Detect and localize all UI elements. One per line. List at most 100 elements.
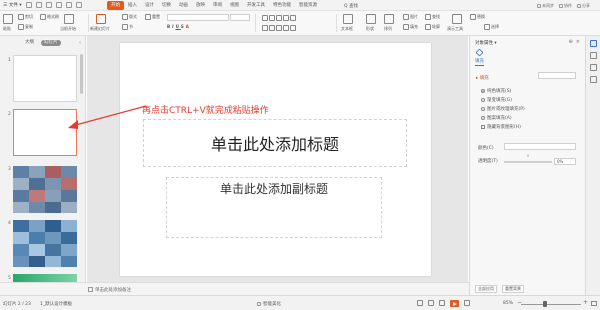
dropdown-icon[interactable]: [464, 300, 470, 306]
collaborate-button[interactable]: 协作: [559, 2, 572, 9]
slide-thumbnail-5[interactable]: [13, 274, 77, 282]
fill-preset-select[interactable]: [538, 72, 576, 79]
pane-title[interactable]: 对象属性 ▾: [475, 40, 497, 46]
tab-view[interactable]: 视图: [226, 1, 243, 10]
share-button[interactable]: 分享: [577, 2, 590, 9]
transparency-slider[interactable]: [504, 161, 552, 163]
numbered-list-icon[interactable]: [269, 15, 275, 21]
slideshow-play-icon[interactable]: [450, 300, 459, 307]
pixelated-block: [45, 256, 61, 267]
thumbnail-scrollbar[interactable]: [80, 54, 83, 94]
image-button[interactable]: 图片: [403, 14, 418, 20]
fit-window-icon[interactable]: [591, 301, 597, 306]
reset-button[interactable]: 重置: [145, 14, 160, 20]
line-spacing-icon[interactable]: [290, 15, 296, 21]
sorter-view-icon[interactable]: [428, 300, 434, 306]
columns-icon[interactable]: [290, 25, 296, 31]
tab-design[interactable]: 设计: [141, 1, 158, 10]
beautify-button[interactable]: 智能美化: [257, 301, 281, 307]
bullet-list-icon[interactable]: [262, 15, 268, 21]
normal-view-icon[interactable]: [417, 300, 423, 306]
font-color-icon[interactable]: A: [186, 24, 191, 29]
tab-fill[interactable]: 填充: [475, 58, 484, 66]
reset-background-button[interactable]: 重置背景: [502, 285, 524, 293]
layout-button[interactable]: 版式: [122, 14, 137, 20]
align-left-icon[interactable]: [262, 25, 268, 31]
pin-icon[interactable]: ⊕: [569, 39, 573, 45]
cut-button[interactable]: 剪切: [18, 14, 33, 20]
format-painter-button[interactable]: 格式刷: [40, 14, 59, 20]
tab-slideshow[interactable]: 放映: [192, 1, 209, 10]
notes-placeholder[interactable]: 单击此处添加备注: [95, 287, 131, 293]
search-command[interactable]: Q 查找: [344, 2, 368, 9]
slide-thumbnail-4[interactable]: [13, 220, 77, 267]
redo-icon[interactable]: [66, 2, 72, 8]
title-placeholder[interactable]: 单击此处添加标题: [143, 119, 407, 167]
align-right-icon[interactable]: [276, 25, 282, 31]
tab-features[interactable]: 特色功能: [269, 1, 295, 10]
tab-slides[interactable]: 幻灯片: [41, 40, 61, 46]
gradient-fill-option[interactable]: 渐变填充(G): [481, 97, 512, 103]
zoom-in-button[interactable]: +: [583, 299, 588, 306]
tab-review[interactable]: 审阅: [209, 1, 226, 10]
align-center-icon[interactable]: [269, 25, 275, 31]
section-button[interactable]: 节: [122, 24, 133, 30]
slide-thumbnail-3[interactable]: [13, 166, 77, 213]
font-family-select[interactable]: [167, 14, 229, 21]
properties-icon[interactable]: [590, 40, 597, 47]
apply-all-button[interactable]: 全部应用: [475, 285, 497, 293]
close-icon[interactable]: ×: [576, 39, 580, 45]
design-icon[interactable]: [590, 52, 597, 59]
tab-home[interactable]: 开始: [107, 1, 124, 10]
fill-button[interactable]: 填充: [403, 24, 418, 30]
shape-button[interactable]: [366, 14, 377, 24]
font-size-select[interactable]: [230, 14, 250, 21]
tab-transitions[interactable]: 切换: [158, 1, 175, 10]
zoom-slider-handle[interactable]: [543, 301, 547, 307]
sync-status[interactable]: 未同步: [537, 2, 554, 9]
animation-icon[interactable]: [590, 64, 597, 71]
current-slide-button[interactable]: [64, 14, 75, 24]
share-label: 分享: [582, 2, 590, 8]
pattern-fill-option[interactable]: 图案填充(A): [481, 115, 512, 121]
zoom-level[interactable]: 85%: [503, 301, 513, 306]
collapse-panel-icon[interactable]: ‹: [79, 40, 81, 46]
indent-icon[interactable]: [276, 15, 282, 21]
help-icon[interactable]: [590, 76, 597, 83]
hide-background-checkbox[interactable]: 隐藏背景图形(H): [481, 124, 521, 130]
undo-icon[interactable]: [56, 2, 62, 8]
tab-outline[interactable]: 大纲: [22, 40, 37, 46]
file-menu[interactable]: 三 文件 ▾: [3, 2, 22, 9]
paste-button[interactable]: [3, 14, 14, 24]
fill-bucket-icon[interactable]: [475, 48, 484, 57]
picture-fill-option[interactable]: 图片或纹理填充(P): [481, 106, 525, 112]
solid-fill-option[interactable]: 纯色填充(S): [481, 88, 511, 94]
save-icon[interactable]: [26, 2, 32, 8]
outline-button[interactable]: 轮廓: [425, 24, 440, 30]
find-button[interactable]: 查找: [425, 14, 440, 20]
slide-thumbnail-1[interactable]: [13, 55, 77, 102]
pane-controls: ⊕ ×: [569, 39, 580, 45]
export-icon[interactable]: [46, 2, 52, 8]
tab-insert[interactable]: 插入: [124, 1, 141, 10]
zoom-slider[interactable]: [521, 304, 581, 305]
select-button[interactable]: 选择: [484, 24, 499, 30]
transparency-value[interactable]: 0%: [554, 158, 576, 165]
fill-section-header[interactable]: ▸ 填充: [476, 75, 489, 81]
tab-resources[interactable]: 智能资源: [295, 1, 321, 10]
tab-developer[interactable]: 开发工具: [243, 1, 269, 10]
arrange-button[interactable]: [384, 14, 395, 24]
more-icon[interactable]: [76, 2, 82, 8]
color-picker[interactable]: [504, 143, 576, 150]
outdent-icon[interactable]: [283, 15, 289, 21]
copy-button[interactable]: 复制: [18, 24, 33, 30]
reading-view-icon[interactable]: [439, 300, 445, 306]
textbox-button[interactable]: [343, 14, 354, 24]
print-icon[interactable]: [36, 2, 42, 8]
justify-icon[interactable]: [283, 25, 289, 31]
present-tools-button[interactable]: [452, 14, 463, 24]
tab-animation[interactable]: 动画: [175, 1, 192, 10]
subtitle-placeholder[interactable]: 单击此处添加副标题: [166, 177, 382, 238]
replace-button[interactable]: 替换: [470, 14, 485, 20]
new-slide-button[interactable]: [96, 14, 107, 24]
